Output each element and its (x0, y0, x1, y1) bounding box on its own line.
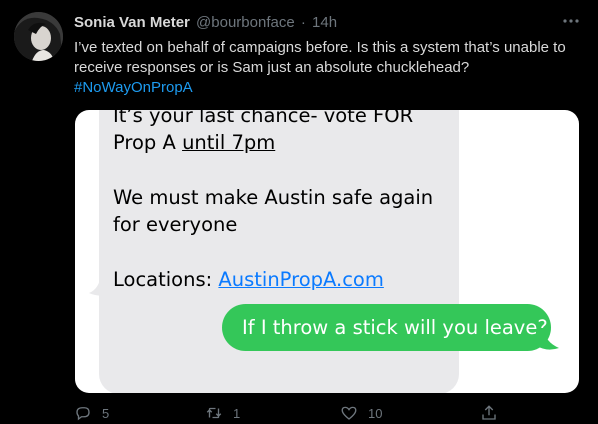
sent-message-bubble: If I throw a stick will you leave? (222, 304, 551, 351)
more-icon[interactable] (560, 10, 582, 32)
retweet-count: 1 (233, 405, 241, 421)
tweet-time[interactable]: 14h (312, 14, 337, 31)
tweet-header: Sonia Van Meter @bourbonface · 14h (74, 14, 584, 34)
sent-bubble-tail (537, 328, 559, 350)
message-line-3: We must make Austin safe again (113, 186, 434, 209)
message-link: AustinPropA.com (218, 268, 384, 291)
tweet-text-line-2: receive responses or is Sam just an abso… (74, 59, 470, 76)
tweet-actions: 5 1 10 (0, 400, 598, 424)
avatar-photo (14, 12, 63, 61)
separator-dot: · (300, 14, 306, 31)
message-underlined-time: until 7pm (182, 131, 276, 154)
like-count: 10 (368, 405, 383, 421)
retweet-icon (206, 407, 222, 419)
reply-icon (76, 407, 90, 421)
avatar[interactable] (14, 12, 63, 61)
reply-count: 5 (102, 405, 110, 421)
message-line-5: Locations: AustinPropA.com (113, 266, 459, 293)
tweet-text: I’ve texted on behalf of campaigns befor… (74, 38, 584, 98)
reply-button[interactable]: 5 (74, 404, 109, 422)
heart-icon (341, 406, 357, 420)
message-line-5-prefix: Locations: (113, 268, 219, 291)
message-line-2-prefix: Prop A (113, 131, 183, 154)
display-name[interactable]: Sonia Van Meter (74, 14, 190, 31)
received-bubble-tail (89, 275, 111, 296)
message-line-2: Prop A until 7pm (113, 129, 459, 156)
tweet-text-line-1: I’ve texted on behalf of campaigns befor… (74, 39, 566, 56)
message-line-4: for everyone (113, 213, 238, 236)
retweet-button[interactable]: 1 (205, 404, 240, 422)
hashtag-link[interactable]: #NoWayOnPropA (74, 78, 584, 98)
message-line-1: It’s your last chance- vote FOR (113, 110, 414, 127)
user-handle[interactable]: @bourbonface (196, 14, 295, 31)
share-button[interactable] (480, 404, 508, 422)
attached-image[interactable]: It’s your last chance- vote FOR Prop A u… (75, 110, 579, 393)
like-button[interactable]: 10 (340, 404, 382, 422)
share-icon (482, 405, 496, 420)
